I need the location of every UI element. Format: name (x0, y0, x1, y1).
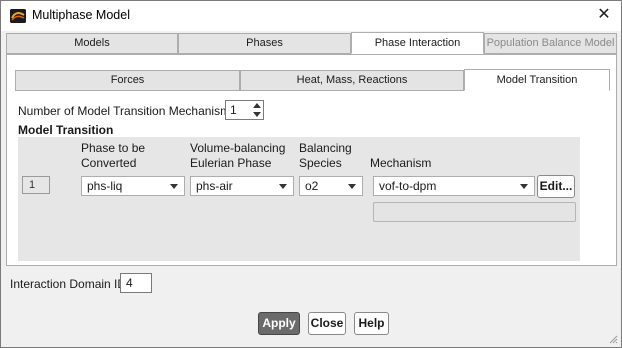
resize-grip-icon[interactable] (608, 334, 618, 344)
tab-heat-mass-reactions[interactable]: Heat, Mass, Reactions (240, 70, 464, 91)
tab-population-balance-model[interactable]: Population Balance Model (484, 33, 617, 54)
close-window-icon[interactable]: ✕ (595, 6, 613, 24)
col-balancing-species-line2: Species (299, 156, 342, 170)
mechanisms-count-spinner[interactable]: 1 (225, 100, 264, 120)
sub-tab-bar: Forces Heat, Mass, Reactions Model Trans… (15, 69, 610, 91)
edit-mechanism-button[interactable]: Edit... (537, 175, 575, 198)
balancing-species-value: o2 (305, 179, 319, 193)
help-button[interactable]: Help (354, 312, 389, 335)
mechanisms-count-value: 1 (230, 103, 237, 117)
interaction-domain-input[interactable]: 4 (120, 273, 152, 293)
apply-button[interactable]: Apply (258, 312, 300, 335)
spin-up-icon[interactable] (253, 103, 261, 108)
title-bar[interactable]: Multiphase Model ✕ (1, 1, 621, 31)
volume-balancing-phase-select[interactable]: phs-air (190, 176, 294, 196)
tab-forces[interactable]: Forces (15, 70, 240, 91)
spinner-arrows-icon[interactable] (252, 102, 262, 118)
spin-down-icon[interactable] (253, 112, 261, 117)
col-balancing-species-line1: Balancing (299, 141, 352, 155)
main-tab-bar: Models Phases Phase Interaction Populati… (6, 32, 617, 54)
chevron-down-icon (348, 184, 356, 189)
mechanism-value: vof-to-dpm (379, 179, 437, 193)
mechanisms-count-label: Number of Model Transition Mechanisms (18, 104, 237, 118)
phase-converted-value: phs-liq (87, 179, 123, 193)
tab-model-transition[interactable]: Model Transition (464, 69, 610, 91)
chevron-down-icon (279, 184, 287, 189)
chevron-down-icon (520, 184, 528, 189)
col-volume-balancing-line2: Eulerian Phase (190, 156, 272, 170)
col-phase-converted-line1: Phase to be (81, 141, 146, 155)
model-transition-heading: Model Transition (18, 123, 114, 137)
col-phase-converted-line2: Converted (81, 156, 137, 170)
mechanism-detail-field (373, 202, 576, 222)
row-index: 1 (22, 176, 50, 194)
multiphase-model-dialog: Multiphase Model ✕ Models Phases Phase I… (0, 0, 622, 348)
volume-balancing-phase-value: phs-air (196, 179, 233, 193)
tab-phase-interaction[interactable]: Phase Interaction (351, 32, 484, 54)
fluent-app-icon (10, 9, 26, 23)
window-title: Multiphase Model (32, 8, 130, 22)
tab-phases[interactable]: Phases (178, 33, 351, 54)
interaction-domain-label: Interaction Domain ID (10, 277, 127, 291)
chevron-down-icon (170, 184, 178, 189)
col-volume-balancing-line1: Volume-balancing (190, 141, 286, 155)
col-mechanism: Mechanism (370, 156, 432, 170)
phase-converted-select[interactable]: phs-liq (81, 176, 185, 196)
tab-models[interactable]: Models (6, 33, 178, 54)
mechanism-select[interactable]: vof-to-dpm (373, 176, 535, 196)
balancing-species-select[interactable]: o2 (299, 176, 363, 196)
close-button[interactable]: Close (308, 312, 346, 335)
